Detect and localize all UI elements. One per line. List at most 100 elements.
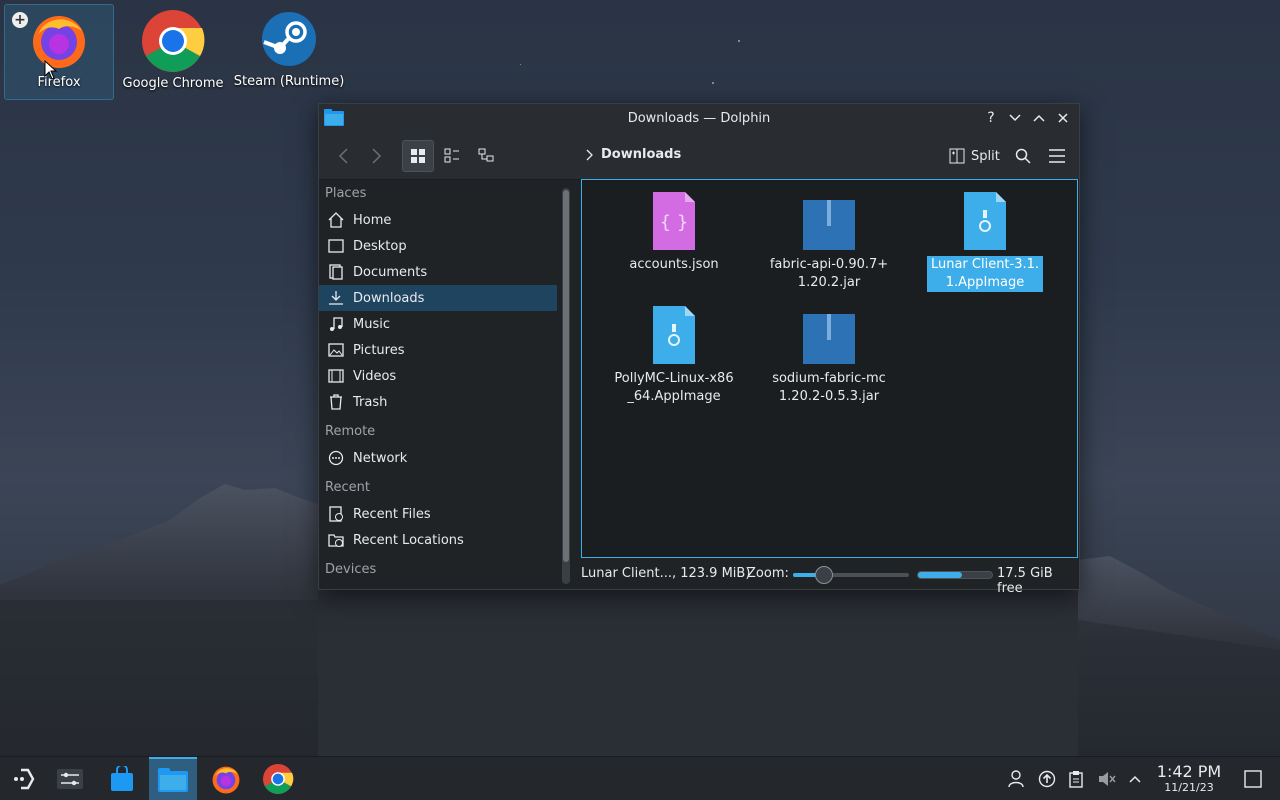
breadcrumb-current[interactable]: Downloads: [601, 147, 681, 162]
sidebar-scrollbar[interactable]: [562, 188, 570, 584]
firefox-icon: [212, 766, 240, 794]
sidebar-item-downloads[interactable]: Downloads: [319, 285, 557, 311]
scrollbar-thumb[interactable]: [563, 190, 569, 562]
add-icon[interactable]: +: [12, 12, 28, 28]
zoom-slider[interactable]: [793, 573, 909, 577]
desktop-icon-firefox[interactable]: + Firefox: [4, 4, 114, 100]
firefox-icon: [33, 16, 85, 68]
sidebar-item-music[interactable]: Music: [319, 311, 557, 337]
firefox-task[interactable]: [202, 757, 250, 800]
archive-file-icon: [803, 200, 855, 250]
zoom-slider-handle[interactable]: [815, 566, 833, 584]
split-label: Split: [971, 148, 1000, 164]
clipboard-tray-button[interactable]: [1066, 769, 1086, 789]
recent-files-icon: [327, 505, 345, 523]
clock-time: 1:42 PM: [1156, 762, 1222, 781]
section-devices: Devices: [325, 562, 377, 577]
application-launcher[interactable]: [0, 757, 48, 800]
chevron-up-icon: [1129, 775, 1141, 783]
dolphin-task[interactable]: [149, 757, 197, 800]
status-bar: Lunar Client..., 123.9 MiB) Zoom: 17.5 G…: [581, 562, 1078, 596]
show-desktop-icon: [1244, 770, 1262, 788]
volume-tray-button[interactable]: [1097, 769, 1117, 789]
sidebar-item-documents[interactable]: Documents: [319, 259, 557, 285]
file-item[interactable]: Lunar Client-3.1.1.AppImage: [925, 192, 1045, 292]
show-desktop-button[interactable]: [1243, 769, 1263, 789]
volume-muted-icon: [1099, 772, 1116, 786]
arrow-right-icon: [372, 148, 382, 164]
file-item[interactable]: fabric-api-0.90.7+1.20.2.jar: [769, 192, 889, 292]
titlebar[interactable]: Downloads — Dolphin ?: [319, 104, 1079, 132]
file-item[interactable]: PollyMC-Linux-x86_64.AppImage: [614, 306, 734, 406]
minimize-button[interactable]: [1005, 108, 1025, 128]
chrome-task[interactable]: [254, 757, 302, 800]
updates-tray-button[interactable]: [1037, 769, 1057, 789]
svg-text:{ }: { }: [660, 212, 689, 233]
back-button[interactable]: [327, 140, 359, 172]
details-view-button[interactable]: [470, 140, 502, 172]
archive-file-icon: [803, 314, 855, 364]
arrow-left-icon: [338, 148, 348, 164]
discover-task[interactable]: [98, 757, 146, 800]
help-button[interactable]: ?: [981, 108, 1001, 128]
disk-space-bar: [917, 571, 993, 579]
icons-view-button[interactable]: [402, 140, 434, 172]
forward-button[interactable]: [361, 140, 393, 172]
user-tray-button[interactable]: [1006, 769, 1026, 789]
compact-view-button[interactable]: [436, 140, 468, 172]
sidebar-item-recent-files[interactable]: Recent Files: [319, 501, 557, 527]
json-file-icon: { }: [653, 192, 695, 250]
grid-view-icon: [411, 149, 425, 163]
disk-space-fill: [918, 572, 963, 578]
free-space: 17.5 GiB free: [997, 566, 1053, 596]
user-icon: [1008, 770, 1024, 788]
close-icon: [1058, 113, 1068, 123]
recent-locations-icon: [327, 531, 345, 549]
music-icon: [327, 315, 345, 333]
window-title: Downloads — Dolphin: [627, 110, 771, 126]
sidebar-item-recent-locations[interactable]: Recent Locations: [319, 527, 557, 553]
videos-icon: [327, 367, 345, 385]
sidebar-item-desktop[interactable]: Desktop: [319, 233, 557, 259]
file-name: sodium-fabric-mc1.20.2-0.5.3.jar: [772, 371, 886, 404]
breadcrumb[interactable]: Downloads: [585, 147, 681, 162]
system-settings-task[interactable]: [46, 757, 94, 800]
sidebar-item-label: Trash: [353, 394, 388, 410]
sidebar-item-network[interactable]: Network: [319, 445, 557, 471]
steamdeck-launcher-icon: [14, 768, 35, 790]
close-button[interactable]: [1053, 108, 1073, 128]
file-view[interactable]: { } accounts.json fabric-api-0.90.7+1.20…: [581, 179, 1078, 558]
chrome-icon: [262, 763, 294, 795]
trash-icon: [327, 393, 345, 411]
clock[interactable]: 1:42 PM 11/21/23: [1152, 763, 1226, 795]
toolbar: Downloads Split: [319, 132, 1079, 180]
split-button[interactable]: Split: [945, 141, 1004, 171]
desktop-icon-chrome[interactable]: Google Chrome: [118, 4, 228, 100]
sidebar-item-label: Downloads: [353, 290, 425, 306]
zoom-label: Zoom:: [747, 566, 789, 581]
update-icon: [1038, 770, 1056, 788]
folder-icon: [158, 768, 188, 792]
expand-tray-button[interactable]: [1125, 769, 1145, 789]
appimage-file-icon: [964, 192, 1006, 250]
sidebar-item-label: Pictures: [353, 342, 405, 358]
search-button[interactable]: [1007, 140, 1039, 172]
maximize-button[interactable]: [1029, 108, 1049, 128]
sidebar-item-label: Videos: [353, 368, 397, 384]
documents-icon: [327, 263, 345, 281]
split-view-icon: [949, 148, 965, 164]
sidebar-item-pictures[interactable]: Pictures: [319, 337, 557, 363]
chrome-icon: [142, 10, 205, 72]
file-name: PollyMC-Linux-x86_64.AppImage: [614, 371, 734, 404]
hamburger-menu-button[interactable]: [1041, 140, 1073, 172]
sidebar-item-home[interactable]: Home: [319, 207, 557, 233]
sidebar-item-label: Recent Files: [353, 506, 431, 522]
tree-view-icon: [478, 148, 494, 162]
sidebar-item-videos[interactable]: Videos: [319, 363, 557, 389]
desktop-icon-steam[interactable]: Steam (Runtime): [234, 4, 344, 100]
file-item[interactable]: { } accounts.json: [614, 192, 734, 274]
sidebar-item-trash[interactable]: Trash: [319, 389, 557, 415]
file-name: fabric-api-0.90.7+1.20.2.jar: [769, 257, 889, 290]
file-item[interactable]: sodium-fabric-mc1.20.2-0.5.3.jar: [769, 306, 889, 406]
section-remote: Remote: [325, 424, 376, 439]
